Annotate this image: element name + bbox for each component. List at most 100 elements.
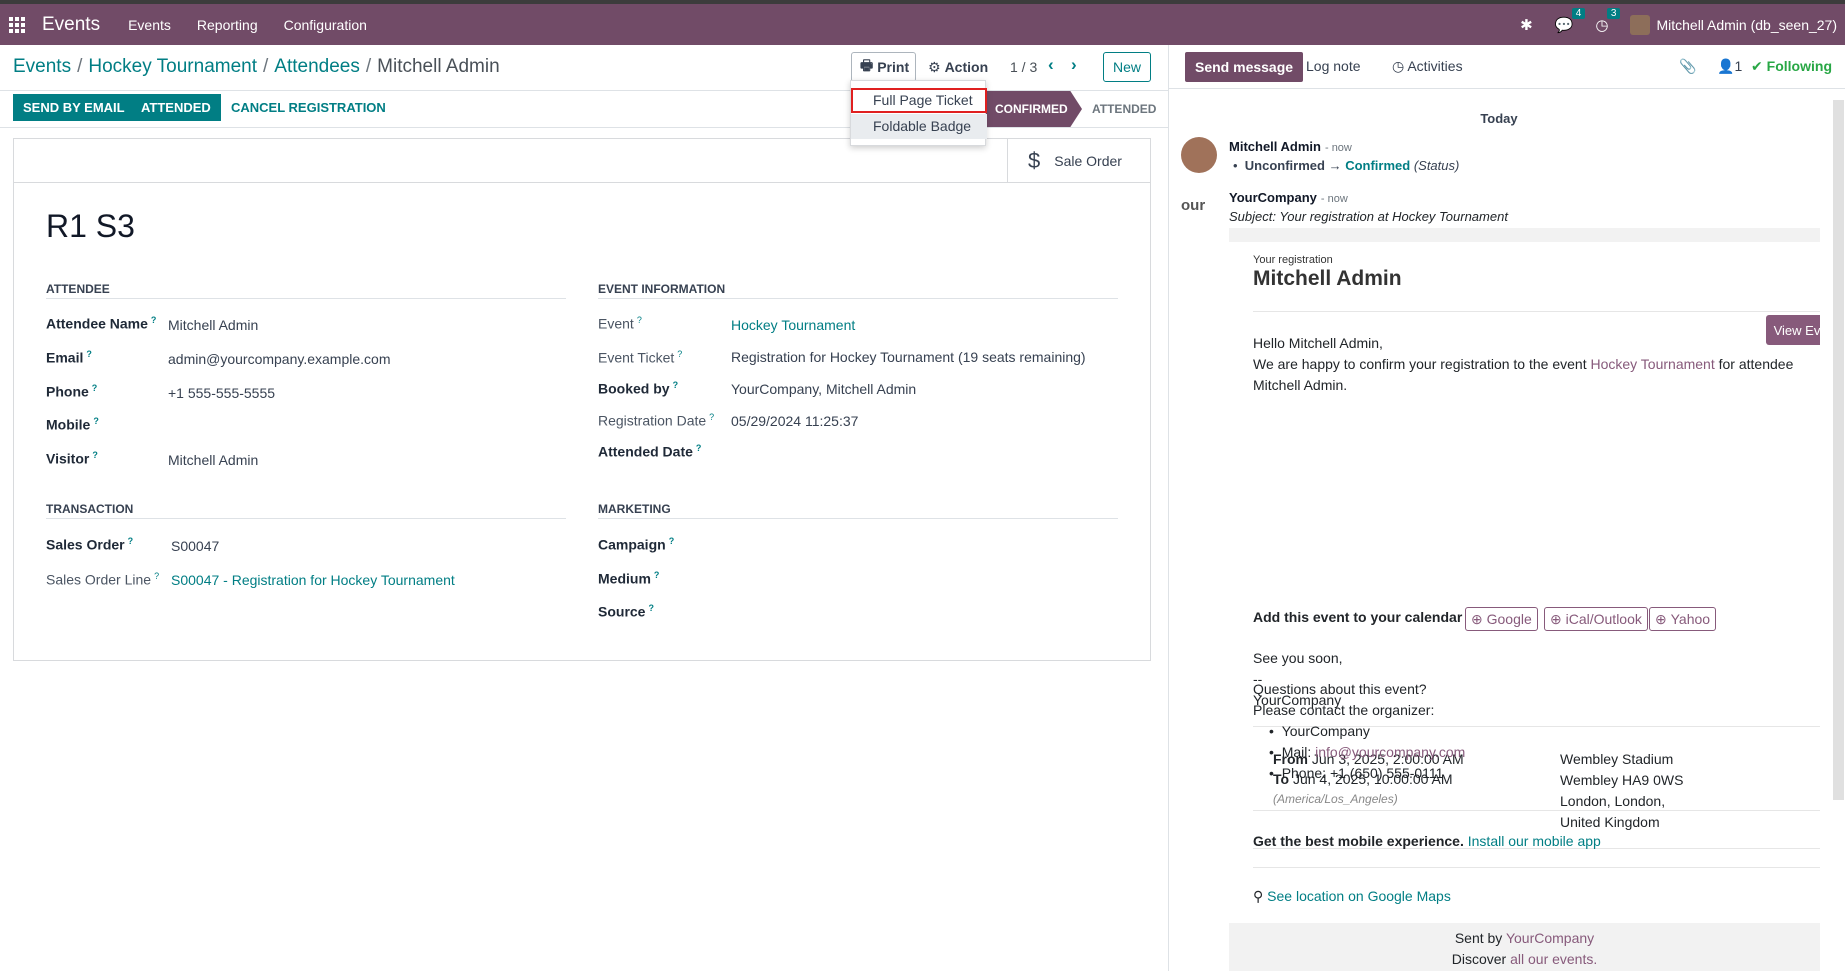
chat-icon[interactable]: 💬 4 (1555, 7, 1586, 34)
field-phone[interactable]: +1 555-555-5555 (168, 385, 275, 401)
message2-subject: Subject: Your registration at Hockey Tou… (1229, 209, 1508, 224)
email-event-link[interactable]: Hockey Tournament (1590, 356, 1714, 372)
event-address-1: Wembley Stadium (1560, 751, 1674, 767)
stage-attended[interactable]: ATTENDED (1092, 91, 1156, 127)
map-marker-icon: ⚲ (1253, 888, 1268, 904)
email-organizer-phone: • Phone: +1 (650) 555-0111 (1269, 765, 1444, 781)
chatter-scrollbar[interactable] (1833, 100, 1844, 800)
calendar-ical-button[interactable]: ⊕ iCal/Outlook (1544, 607, 1648, 631)
message1-author[interactable]: Mitchell Admin - now (1229, 139, 1352, 154)
breadcrumb-events[interactable]: Events (13, 56, 71, 77)
field-attended-date[interactable] (731, 443, 1031, 461)
label-attendee-name: Attendee Name? (46, 315, 157, 332)
email-add-calendar: Add this event to your calendar (1253, 609, 1463, 625)
event-address-3: London, London, (1560, 793, 1666, 809)
label-booked-by: Booked by? (598, 380, 679, 397)
following-button[interactable]: ✔ Following (1751, 58, 1832, 75)
dollar-icon: $ (1028, 148, 1041, 173)
action-button[interactable]: ⚙ Action (919, 52, 998, 82)
menu-reporting[interactable]: Reporting (197, 17, 258, 33)
plus-circle-icon: ⊕ (1655, 610, 1671, 627)
user-avatar[interactable] (1630, 14, 1651, 35)
field-booked-by[interactable]: YourCompany, Mitchell Admin (731, 381, 916, 397)
field-sales-order-line[interactable]: S00047 - Registration for Hockey Tournam… (171, 572, 455, 588)
google-maps-link[interactable]: See location on Google Maps (1267, 888, 1451, 904)
activity-count-badge: 3 (1606, 7, 1621, 19)
message2-author[interactable]: YourCompany - now (1229, 190, 1348, 205)
view-event-button[interactable]: View Event (1766, 315, 1820, 345)
email-see-you: See you soon, (1253, 650, 1343, 666)
all-events-link[interactable]: all our events. (1510, 951, 1597, 967)
menu-events[interactable]: Events (128, 17, 171, 33)
app-name[interactable]: Events (42, 14, 100, 36)
print-foldable-badge[interactable]: Foldable Badge (851, 114, 987, 139)
label-registration-date: Registration Date? (598, 412, 715, 429)
log-note-button[interactable]: Log note (1306, 58, 1361, 74)
tracking-value: • Unconfirmed → Confirmed (Status) (1233, 158, 1460, 173)
date-separator: Today (1480, 111, 1518, 126)
breadcrumb: Events / Hockey Tournament / Attendees / Mitch… (13, 56, 500, 77)
field-event-ticket[interactable]: Registration for Hockey Tournament (19 s… (731, 349, 1086, 365)
email-questions-text: Questions about this event? (1253, 681, 1427, 697)
field-visitor[interactable]: Mitchell Admin (168, 452, 258, 468)
sent-by-company-link[interactable]: YourCompany (1506, 930, 1594, 946)
email-line1: We are happy to confirm your registratio… (1253, 356, 1794, 372)
field-sales-order[interactable]: S00047 (171, 538, 219, 554)
breadcrumb-hockey-tournament[interactable]: Hockey Tournament (88, 56, 257, 77)
group-marketing: MARKETING (598, 502, 1118, 519)
field-registration-date[interactable]: 05/29/2024 11:25:37 (731, 413, 858, 429)
breadcrumb-attendees[interactable]: Attendees (274, 56, 360, 77)
organizer-mail-link[interactable]: info@yourcompany.com (1315, 744, 1465, 760)
event-timezone: (America/Los_Angeles) (1273, 792, 1398, 806)
install-app-link[interactable]: Install our mobile app (1468, 833, 1601, 849)
email-greeting: Hello Mitchell Admin, (1253, 335, 1383, 351)
new-button[interactable]: New (1103, 52, 1151, 82)
cancel-registration-button[interactable]: CANCEL REGISTRATION (231, 100, 386, 115)
chatter-topbar: Send message Log note ◷ Activities 📎 👤1 … (1169, 45, 1845, 89)
email-line2: Mitchell Admin. (1253, 377, 1348, 393)
field-email[interactable]: admin@yourcompany.example.com (168, 351, 391, 367)
activities-button[interactable]: ◷ Activities (1392, 58, 1463, 75)
stage-confirmed[interactable]: CONFIRMED (985, 91, 1082, 127)
record-title: R1 S3 (46, 208, 135, 244)
check-icon: ✔ (1751, 58, 1767, 74)
attended-button[interactable]: ATTENDED (131, 94, 221, 121)
field-attendee-name[interactable]: Mitchell Admin (168, 317, 258, 333)
email-attendee-name: Mitchell Admin (1253, 267, 1402, 290)
label-campaign: Campaign? (598, 536, 675, 553)
email-body: Your registration Mitchell Admin View Ev… (1229, 228, 1820, 971)
pager-value[interactable]: 1 / 3 (1010, 59, 1037, 75)
app-menu-icon[interactable] (9, 16, 25, 33)
email-maps-line: ⚲ See location on Google Maps (1253, 886, 1451, 907)
send-message-button[interactable]: Send message (1185, 52, 1304, 82)
email-footer: Sent by YourCompany Discover all our eve… (1229, 923, 1820, 971)
label-source: Source? (598, 603, 654, 620)
statusbar: SEND BY EMAIL ATTENDED CANCEL REGISTRATI… (0, 91, 1168, 128)
company-logo-fragment: our (1181, 197, 1206, 214)
menu-configuration[interactable]: Configuration (284, 17, 367, 33)
message-author-avatar[interactable] (1181, 137, 1217, 173)
followers-button[interactable]: 👤1 (1717, 58, 1742, 75)
label-attended-date: Attended Date? (598, 443, 702, 460)
activity-clock-icon[interactable]: ◷ 3 (1595, 7, 1621, 34)
control-panel: Events / Hockey Tournament / Attendees / Mitch… (0, 45, 1168, 91)
printer-icon: 🖶 (860, 57, 874, 73)
pager-previous-icon[interactable]: ‹ (1048, 55, 1054, 75)
attachment-icon[interactable]: 📎 (1679, 58, 1696, 75)
calendar-google-button[interactable]: ⊕ Google (1465, 607, 1538, 631)
user-menu[interactable]: Mitchell Admin (db_seen_27) (1656, 17, 1837, 33)
field-mobile[interactable] (168, 418, 468, 436)
pager-next-icon[interactable]: › (1071, 55, 1077, 75)
print-button[interactable]: 🖶 Print (851, 52, 916, 82)
print-dropdown-menu: Full Page Ticket Foldable Badge (850, 80, 987, 146)
print-full-page-ticket[interactable]: Full Page Ticket (851, 88, 987, 113)
debug-icon[interactable]: ✱ (1520, 16, 1533, 34)
label-event: Event? (598, 315, 642, 332)
label-event-ticket: Event Ticket? (598, 349, 683, 366)
calendar-yahoo-button[interactable]: ⊕ Yahoo (1649, 607, 1717, 631)
field-event[interactable]: Hockey Tournament (731, 317, 855, 333)
chatter-panel: Send message Log note ◷ Activities 📎 👤1 … (1168, 45, 1845, 971)
sale-order-smart-button[interactable]: $ Sale Order (1007, 139, 1150, 183)
send-by-email-button[interactable]: SEND BY EMAIL (13, 94, 135, 121)
gear-icon: ⚙ (928, 58, 941, 75)
